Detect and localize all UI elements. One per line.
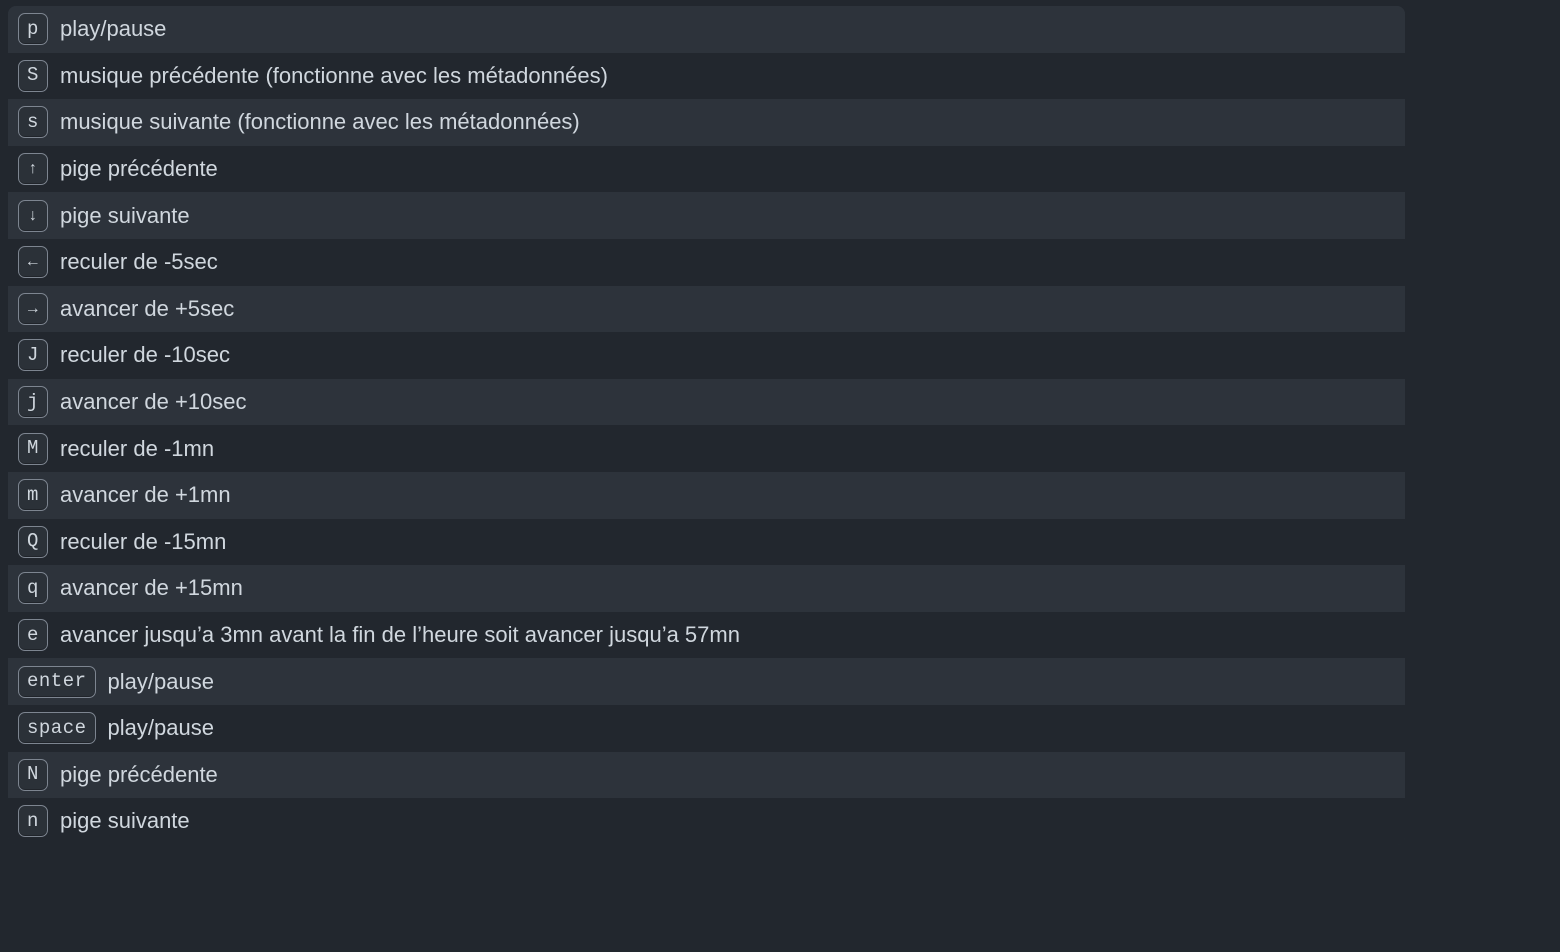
shortcut-description: avancer de +10sec xyxy=(60,389,247,415)
shortcut-row: Smusique précédente (fonctionne avec les… xyxy=(8,53,1405,100)
key-p: p xyxy=(18,13,48,45)
shortcut-row: p play/pause xyxy=(8,6,1405,53)
shortcut-description: pige précédente xyxy=(60,156,218,182)
key-up: ↑ xyxy=(18,153,48,185)
shortcut-row: q avancer de +15mn xyxy=(8,565,1405,612)
shortcut-row: space play/pause xyxy=(8,705,1405,752)
key-left: ← xyxy=(18,246,48,278)
shortcut-row: Mreculer de -1mn xyxy=(8,425,1405,472)
shortcut-row: m avancer de +1mn xyxy=(8,472,1405,519)
key-enter: enter xyxy=(18,666,96,698)
shortcut-row: e avancer jusqu’a 3mn avant la fin de l’h… xyxy=(8,612,1405,659)
shortcut-row: ↓ pige suivante xyxy=(8,192,1405,239)
shortcut-description: avancer de +1mn xyxy=(60,482,231,508)
key-j: j xyxy=(18,386,48,418)
key-down: ↓ xyxy=(18,200,48,232)
shortcut-row: enter play/pause xyxy=(8,658,1405,705)
key-space: space xyxy=(18,712,96,744)
shortcut-description: reculer de -15mn xyxy=(60,529,226,555)
shortcut-description: avancer de +15mn xyxy=(60,575,243,601)
shortcut-row: j avancer de +10sec xyxy=(8,379,1405,426)
key-e: e xyxy=(18,619,48,651)
shortcut-description: avancer de +5sec xyxy=(60,296,234,322)
shortcut-description: reculer de -10sec xyxy=(60,342,230,368)
key-Q: Q xyxy=(18,526,48,558)
key-M: M xyxy=(18,433,48,465)
shortcut-row: n pige suivante xyxy=(8,798,1405,845)
key-S: S xyxy=(18,60,48,92)
key-m: m xyxy=(18,479,48,511)
shortcut-description: reculer de -5sec xyxy=(60,249,218,275)
shortcut-description: pige suivante xyxy=(60,203,190,229)
shortcut-description: play/pause xyxy=(108,669,214,695)
shortcut-description: pige précédente xyxy=(60,762,218,788)
shortcut-row: Jreculer de -10sec xyxy=(8,332,1405,379)
key-J: J xyxy=(18,339,48,371)
shortcut-description: pige suivante xyxy=(60,808,190,834)
shortcut-description: play/pause xyxy=(108,715,214,741)
key-n: n xyxy=(18,805,48,837)
shortcut-row: Qreculer de -15mn xyxy=(8,519,1405,566)
key-right: → xyxy=(18,293,48,325)
shortcut-description: musique suivante (fonctionne avec les mé… xyxy=(60,109,580,135)
shortcut-row: Npige précédente xyxy=(8,752,1405,799)
key-q: q xyxy=(18,572,48,604)
shortcut-row: → avancer de +5sec xyxy=(8,286,1405,333)
shortcut-description: reculer de -1mn xyxy=(60,436,214,462)
shortcut-row: s musique suivante (fonctionne avec les m… xyxy=(8,99,1405,146)
shortcut-description: play/pause xyxy=(60,16,166,42)
shortcut-description: avancer jusqu’a 3mn avant la fin de l’he… xyxy=(60,622,740,648)
key-s: s xyxy=(18,106,48,138)
keyboard-shortcuts-panel: p play/pause Smusique précédente (fonction… xyxy=(8,6,1405,845)
key-N: N xyxy=(18,759,48,791)
shortcut-row: ← reculer de -5sec xyxy=(8,239,1405,286)
shortcut-description: musique précédente (fonctionne avec les … xyxy=(60,63,608,89)
shortcut-row: ↑ pige précédente xyxy=(8,146,1405,193)
